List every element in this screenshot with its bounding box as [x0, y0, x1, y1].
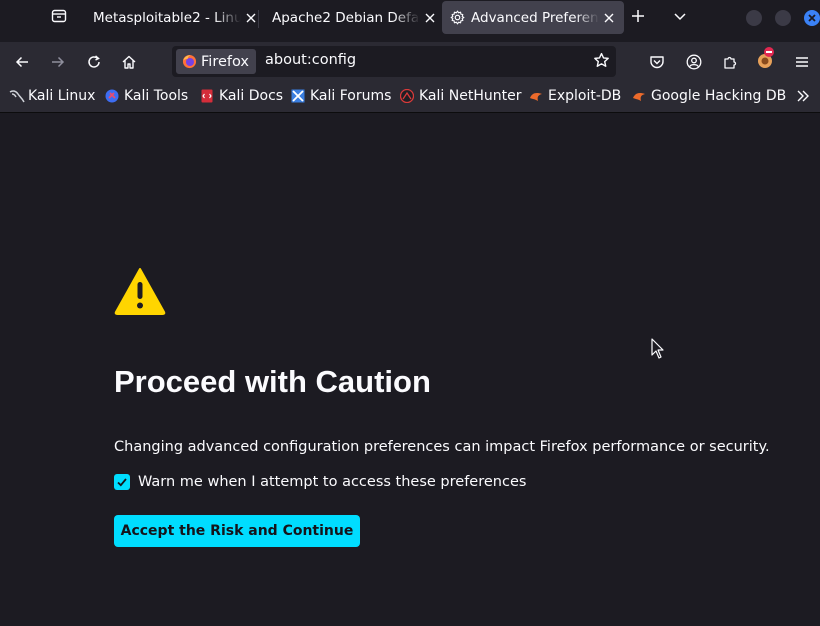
address-bar[interactable]: Firefox about:config: [172, 46, 616, 77]
bookmark-label: Kali Forums: [310, 88, 392, 104]
extension-button[interactable]: [755, 46, 777, 70]
tab-metasploitable[interactable]: Metasploitable2 - Linux: [84, 0, 265, 36]
tab-divider: [258, 10, 259, 28]
page-title: Proceed with Caution: [114, 364, 431, 399]
extensions-button[interactable]: [720, 52, 740, 72]
identity-box[interactable]: Firefox: [176, 49, 256, 74]
mouse-cursor-icon: [651, 338, 665, 364]
close-icon: [807, 13, 817, 23]
minimize-window-button[interactable]: [746, 10, 762, 26]
account-button[interactable]: [684, 52, 704, 72]
pocket-button[interactable]: [647, 52, 667, 72]
bookmark-label: Kali Linux: [28, 88, 96, 104]
tab-strip: Metasploitable2 - Linux Apache2 Debian D…: [0, 0, 820, 37]
kali-tools-icon: [105, 89, 119, 103]
warning-description: Changing advanced configuration preferen…: [114, 439, 770, 455]
home-icon: [121, 54, 137, 70]
home-button[interactable]: [116, 50, 142, 74]
accept-risk-button[interactable]: Accept the Risk and Continue: [114, 515, 360, 547]
exploit-db-icon: [529, 89, 543, 103]
warn-checkbox-row[interactable]: Warn me when I attempt to access these p…: [114, 474, 526, 490]
bookmark-exploit-db[interactable]: Exploit-DB: [529, 88, 621, 104]
navigation-toolbar: Firefox about:config: [0, 42, 820, 82]
hamburger-menu-icon: [794, 54, 810, 70]
bookmark-label: Kali Tools: [124, 88, 189, 104]
bookmark-kali-linux[interactable]: Kali Linux: [9, 88, 95, 104]
bookmarks-overflow-button[interactable]: [796, 88, 810, 104]
plus-icon: [630, 8, 646, 28]
close-icon[interactable]: [245, 12, 257, 24]
tab-title: Advanced Preferences: [471, 9, 599, 26]
bookmark-kali-forums[interactable]: Kali Forums: [291, 88, 391, 104]
identity-label: Firefox: [201, 53, 249, 70]
app-menu-button[interactable]: [792, 52, 812, 72]
bookmark-label: Google Hacking DB: [651, 88, 787, 104]
list-all-tabs-button[interactable]: [670, 8, 690, 28]
kali-dragon-icon: [9, 89, 25, 103]
ghdb-icon: [632, 89, 646, 103]
reload-button[interactable]: [81, 50, 107, 74]
bookmark-label: Kali Docs: [219, 88, 284, 104]
firefox-logo-icon: [182, 54, 197, 69]
forward-button[interactable]: [45, 50, 71, 74]
warn-checkbox[interactable]: [114, 474, 130, 490]
forward-arrow-icon: [50, 54, 66, 70]
bookmark-star-icon[interactable]: [593, 52, 610, 69]
firefox-view-button[interactable]: [46, 6, 72, 30]
extension-badge-icon: [755, 46, 777, 70]
bookmark-google-hacking-db[interactable]: Google Hacking DB: [632, 88, 786, 104]
chevron-down-icon: [672, 8, 688, 28]
warning-icon: [114, 267, 166, 319]
url-text[interactable]: about:config: [265, 52, 356, 68]
tab-title: Metasploitable2 - Linux: [93, 10, 241, 26]
close-icon[interactable]: [424, 12, 436, 24]
bookmark-label: Kali NetHunter: [419, 88, 522, 104]
warn-checkbox-label[interactable]: Warn me when I attempt to access these p…: [138, 474, 526, 490]
pocket-icon: [649, 54, 665, 70]
puzzle-piece-icon: [722, 54, 738, 70]
bookmark-kali-nethunter[interactable]: Kali NetHunter: [399, 88, 522, 104]
back-button[interactable]: [9, 50, 35, 74]
firefox-view-icon: [51, 8, 67, 28]
close-window-button[interactable]: [804, 10, 820, 26]
reload-icon: [86, 54, 102, 70]
kali-forums-icon: [291, 89, 305, 103]
chevron-double-right-icon: [796, 88, 810, 104]
new-tab-button[interactable]: [628, 8, 648, 28]
kali-nethunter-icon: [399, 88, 415, 104]
back-arrow-icon: [14, 54, 30, 70]
bookmarks-toolbar: Kali Linux Kali Tools Kali Docs Kali For…: [0, 82, 820, 113]
checkmark-icon: [116, 476, 128, 488]
bookmark-label: Exploit-DB: [548, 88, 622, 104]
tab-advanced-preferences[interactable]: Advanced Preferences: [442, 1, 624, 34]
tab-title: Apache2 Debian Default Page: [272, 10, 420, 26]
bookmark-kali-docs[interactable]: Kali Docs: [200, 88, 283, 104]
tab-apache2[interactable]: Apache2 Debian Default Page: [262, 0, 444, 36]
kali-docs-icon: [200, 89, 214, 103]
maximize-window-button[interactable]: [775, 10, 791, 26]
gear-icon: [450, 10, 465, 25]
account-icon: [686, 54, 702, 70]
close-icon[interactable]: [603, 12, 615, 24]
bookmark-kali-tools[interactable]: Kali Tools: [105, 88, 188, 104]
